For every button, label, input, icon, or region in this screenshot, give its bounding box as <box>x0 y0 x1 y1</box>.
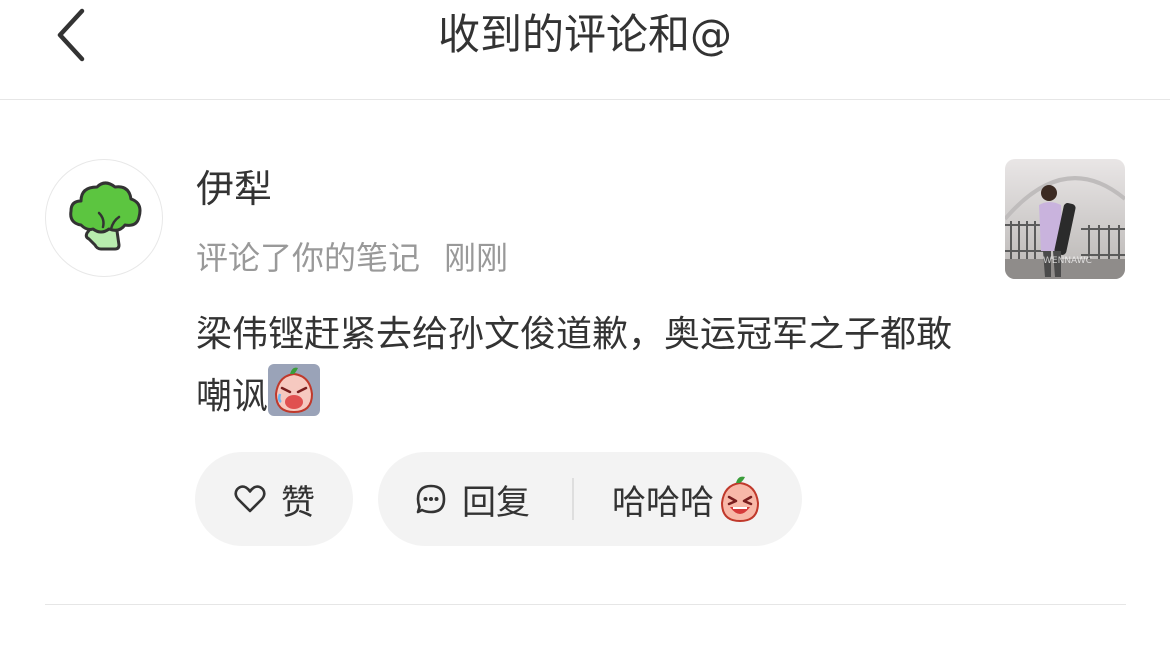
note-thumbnail-image: WENNAWC <box>1005 159 1125 279</box>
like-action[interactable]: 赞 <box>233 475 315 524</box>
broccoli-icon <box>69 181 142 251</box>
username[interactable]: 伊犁 <box>196 166 272 212</box>
comment-bubble-icon <box>416 484 446 514</box>
reply-button[interactable]: 回复 <box>414 475 530 524</box>
page-title: 收到的评论和@ <box>437 10 732 59</box>
svg-text:WENNAWC: WENNAWC <box>1043 256 1092 266</box>
laughing-radish-emoji-icon <box>720 476 760 523</box>
comment-body[interactable]: 梁伟铿赶紧去给孙文俊道歉，奥运冠军之子都敢嘲讽 <box>196 306 976 426</box>
comment-meta: 评论了你的笔记 刚刚 <box>196 236 508 280</box>
heart-icon <box>234 485 266 513</box>
quick-reply-button[interactable]: 哈哈哈 <box>612 475 764 524</box>
item-divider <box>45 604 1126 605</box>
note-thumbnail[interactable]: WENNAWC <box>1005 159 1125 279</box>
action-text: 评论了你的笔记 <box>196 239 421 277</box>
divider <box>572 478 574 520</box>
avatar[interactable] <box>45 159 163 277</box>
reply-bar: 回复 哈哈哈 <box>378 452 802 546</box>
comment-item[interactable]: 伊犁 评论了你的笔记 刚刚 梁伟铿赶紧去给孙文俊道歉，奥运冠军之子都敢嘲讽 WE… <box>0 100 1170 605</box>
quick-reply-label: 哈哈哈 <box>612 482 714 523</box>
reply-label: 回复 <box>462 482 530 523</box>
timestamp: 刚刚 <box>444 239 509 277</box>
like-label: 赞 <box>281 482 315 523</box>
top-bar: 收到的评论和@ <box>0 0 1170 100</box>
crying-radish-emoji-icon <box>268 364 321 416</box>
like-button[interactable]: 赞 <box>195 452 353 546</box>
